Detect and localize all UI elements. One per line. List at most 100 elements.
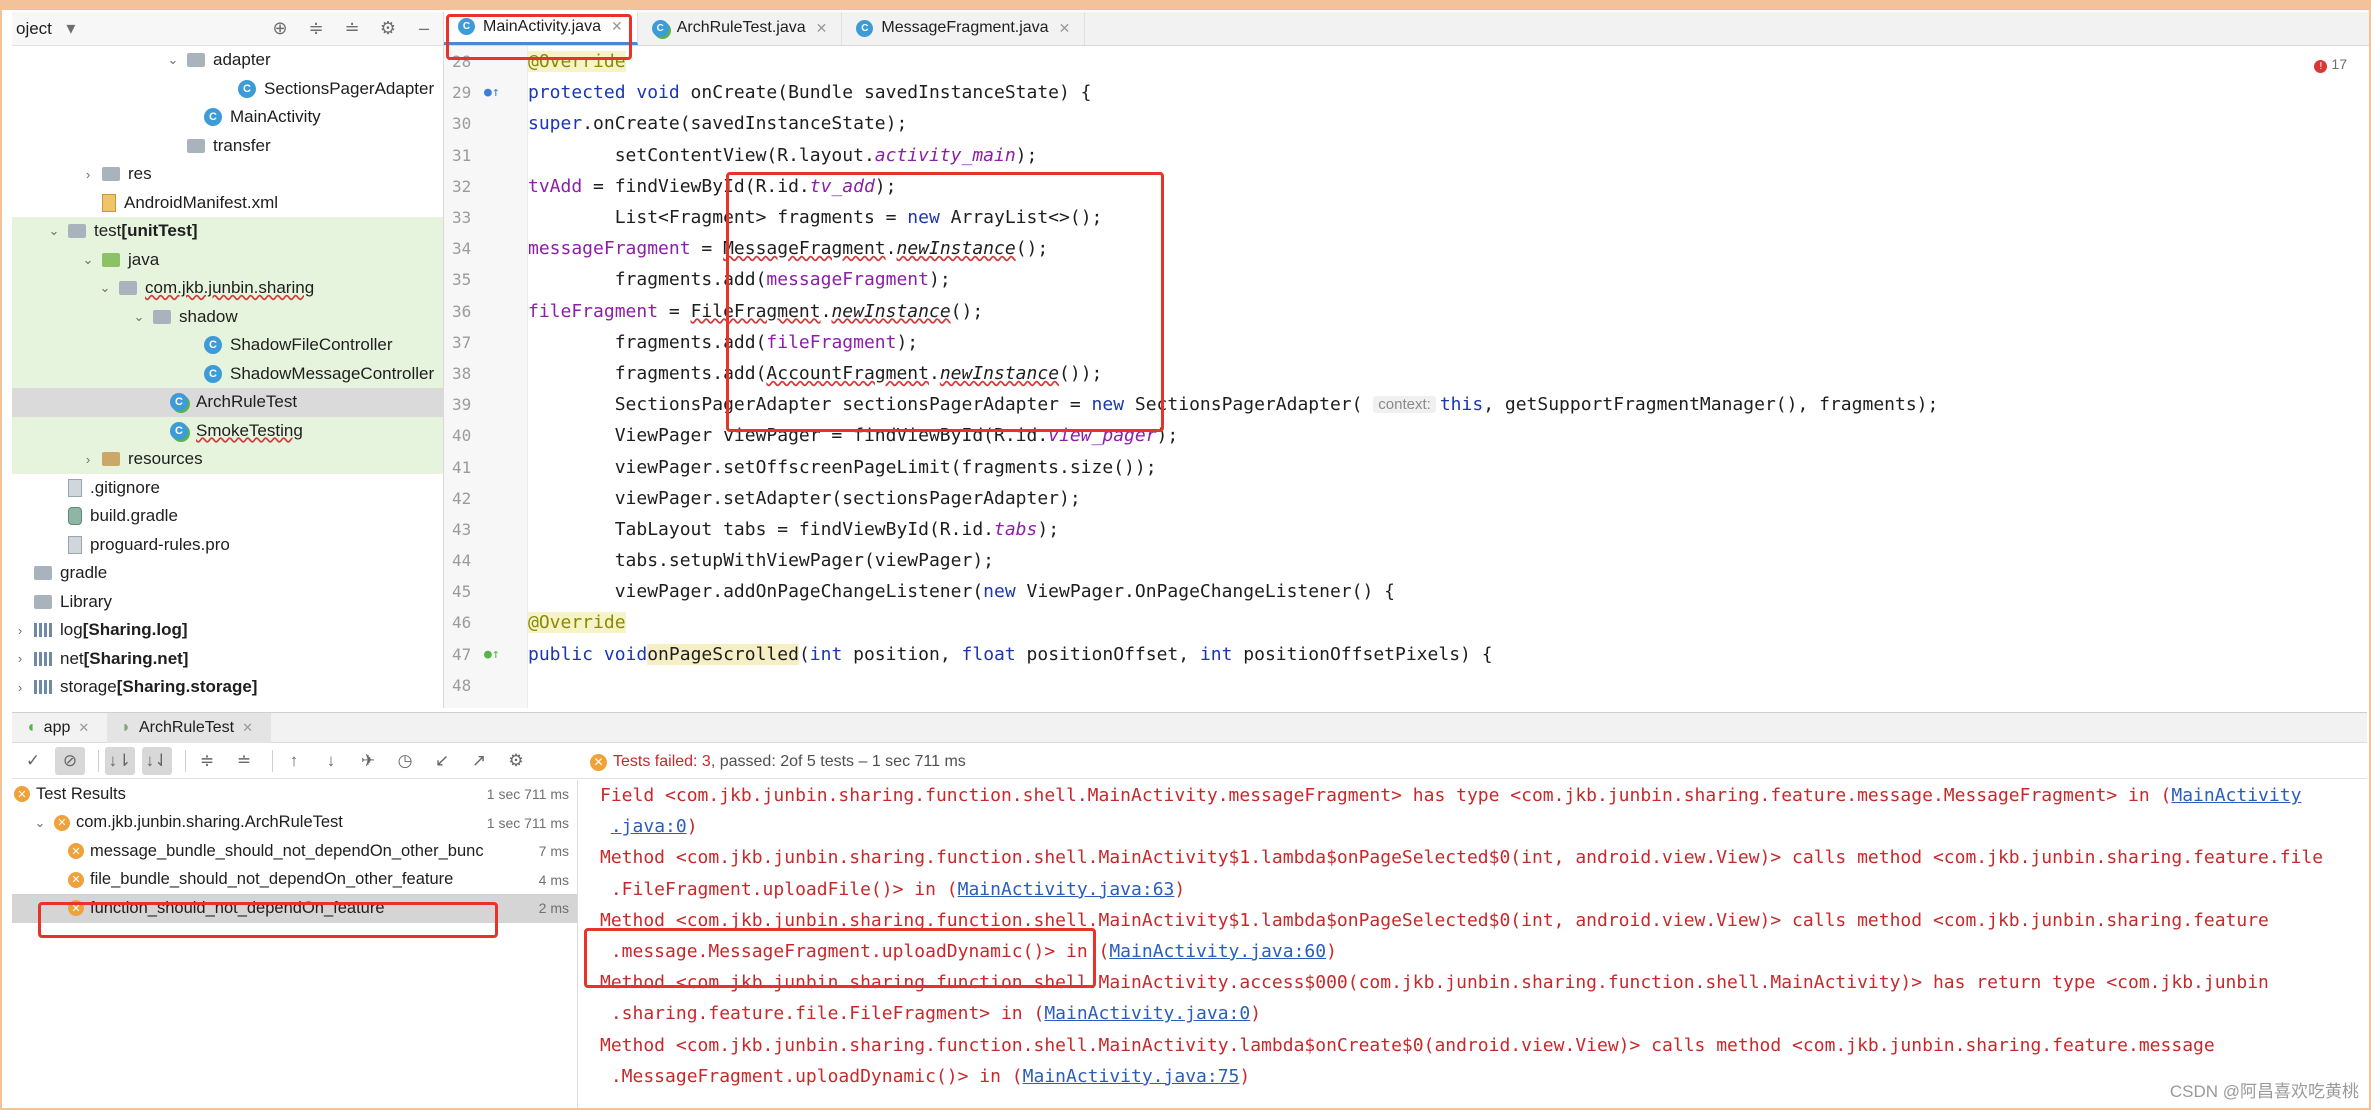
close-icon[interactable]: ✕ [1059, 20, 1071, 37]
failed-icon: ✕ [590, 753, 607, 771]
test-case-row[interactable]: ✕ function_should_not_dependOn_feature 2 m… [12, 894, 577, 923]
class-icon: C [238, 79, 256, 98]
expand-all-icon[interactable]: ≑ [192, 747, 222, 775]
project-panel-title[interactable]: oject [16, 19, 52, 39]
tree-item[interactable]: ⌄ com.jkb.junbin.sharing [12, 274, 443, 303]
tab-mainactivity[interactable]: C MainActivity.java ✕ [444, 12, 638, 45]
source-link[interactable]: MainActivity.java:75 [1023, 1066, 1240, 1087]
locate-icon[interactable]: ⊕ [269, 18, 291, 40]
tree-item[interactable]: › resources [12, 445, 443, 474]
close-icon[interactable]: ✕ [242, 720, 253, 736]
failed-icon: ✕ [68, 900, 84, 917]
close-icon[interactable]: ✕ [611, 18, 623, 35]
export-icon[interactable]: ↗ [464, 747, 494, 775]
source-link[interactable]: MainActivity [2171, 785, 2301, 806]
failed-icon: ✕ [68, 843, 84, 860]
folder-icon [34, 566, 52, 581]
tree-item[interactable]: C MainActivity [12, 103, 443, 132]
history-icon[interactable]: ◷ [390, 747, 420, 775]
hide-icon[interactable]: – [413, 18, 435, 40]
gear-icon[interactable]: ⚙ [377, 18, 399, 40]
tree-item[interactable]: C SmokeTesting [12, 416, 443, 445]
tree-item[interactable]: › storage [Sharing.storage] [12, 673, 443, 702]
close-icon[interactable]: ✕ [78, 720, 89, 736]
implement-marker-icon[interactable]: ●↑ [484, 647, 500, 662]
console-text: .FileFragment.uploadFile()> in ( [600, 878, 958, 900]
tree-item[interactable]: › res [12, 160, 443, 189]
source-link[interactable]: MainActivity.java:63 [958, 879, 1175, 900]
run-tab-app[interactable]: ◖ app ✕ [12, 713, 107, 743]
tree-item[interactable]: C ShadowFileController [12, 331, 443, 360]
dropdown-arrow-icon[interactable]: ▾ [60, 18, 82, 40]
tree-item[interactable]: C ArchRuleTest [12, 388, 443, 417]
tree-item[interactable]: › log [Sharing.log] [12, 616, 443, 645]
tree-item[interactable]: C SectionsPagerAdapter [12, 75, 443, 104]
tree-item[interactable]: AndroidManifest.xml [12, 189, 443, 218]
chevron-right-icon[interactable]: › [12, 651, 28, 666]
test-case-row[interactable]: ✕ file_bundle_should_not_dependOn_other_f… [12, 866, 577, 895]
tree-item[interactable]: proguard-rules.pro [12, 531, 443, 560]
tree-item[interactable]: ⌄ adapter [12, 46, 443, 75]
next-failed-icon[interactable]: ↓ [316, 747, 346, 775]
tree-item[interactable]: C ShadowMessageController [12, 359, 443, 388]
chevron-right-icon[interactable]: › [80, 452, 96, 467]
tree-item-label: gradle [60, 563, 108, 583]
test-case-row[interactable]: ✕ message_bundle_should_not_dependOn_othe… [12, 837, 577, 866]
collapse-all-icon[interactable]: ≐ [229, 747, 259, 775]
show-ignored-icon[interactable]: ⊘ [55, 746, 85, 775]
override-marker-icon[interactable]: ●↑ [484, 85, 500, 100]
gear-icon[interactable]: ⚙ [501, 747, 531, 775]
sort-duration-icon[interactable]: ↓⇃ [142, 746, 172, 775]
source-link[interactable]: .java:0 [611, 816, 687, 837]
tree-item[interactable]: ⌄ test [unitTest] [12, 217, 443, 246]
chevron-down-icon[interactable]: ⌄ [80, 252, 96, 268]
test-class-icon: C [170, 421, 188, 440]
test-status: ✕ Tests failed: 3 , passed: 2 of 5 tests… [590, 753, 966, 771]
pin-icon[interactable]: ✈ [353, 747, 383, 775]
test-suite-row[interactable]: ✕ Test Results 1 sec 711 ms [12, 780, 577, 809]
tab-messagefragment[interactable]: C MessageFragment.java ✕ [842, 12, 1086, 45]
code-area[interactable]: 28 29 ●↑ 30 31 32 33 34 35 36 37 38 39 40 41 42 43 44 45 46… [444, 46, 2369, 708]
toolbar-divider [98, 749, 99, 772]
tree-item[interactable]: ⌄ shadow [12, 302, 443, 331]
import-icon[interactable]: ↙ [427, 747, 457, 775]
chevron-down-icon[interactable]: ⌄ [46, 223, 62, 239]
source-link[interactable]: MainActivity.java:60 [1109, 941, 1326, 962]
tree-item[interactable]: › net [Sharing.net] [12, 645, 443, 674]
tree-item[interactable]: ⌄ java [12, 245, 443, 274]
tree-item[interactable]: gradle [12, 559, 443, 588]
code-line: viewPager.addOnPageChangeListener(new Vi… [528, 581, 1395, 603]
chevron-down-icon[interactable]: ⌄ [131, 309, 147, 325]
code-line: TabLayout tabs = findViewById(R.id. tabs)… [528, 518, 1060, 540]
console-text: ) [1250, 1003, 1262, 1025]
source-link[interactable]: MainActivity.java:0 [1044, 1003, 1250, 1024]
chevron-down-icon[interactable]: ⌄ [165, 52, 181, 68]
chevron-right-icon[interactable]: › [80, 167, 96, 182]
collapse-all-icon[interactable]: ≐ [341, 18, 363, 40]
close-icon[interactable]: ✕ [816, 20, 828, 37]
chevron-right-icon[interactable]: › [12, 680, 28, 695]
tree-item-label: .gitignore [90, 477, 160, 497]
chevron-right-icon[interactable]: › [12, 623, 28, 638]
check-icon[interactable]: ✓ [18, 747, 48, 775]
tree-item[interactable]: transfer [12, 132, 443, 161]
line-number: 29 ●↑ [452, 83, 500, 103]
run-tab-archruletest[interactable]: ◗ ArchRuleTest ✕ [107, 712, 272, 743]
code-line: List<Fragment> fragments = new ArrayList… [528, 207, 1103, 229]
previous-failed-icon[interactable]: ↑ [279, 747, 309, 775]
tree-item[interactable]: build.gradle [12, 502, 443, 531]
android-icon: ◖ [26, 718, 36, 736]
code-line: @Override [528, 612, 626, 634]
chevron-down-icon[interactable]: ⌄ [97, 280, 113, 296]
line-number: 35 [452, 270, 472, 290]
test-output-console[interactable]: Field <com.jkb.junbin.sharing.function.s… [586, 780, 2367, 1108]
tab-archruletest[interactable]: C ArchRuleTest.java ✕ [638, 12, 843, 45]
line-number: 43 [452, 519, 472, 539]
test-suite-row[interactable]: ⌄ ✕ com.jkb.junbin.sharing.ArchRuleTest 1 s… [12, 809, 577, 838]
tree-item[interactable]: .gitignore [12, 474, 443, 503]
expand-all-icon[interactable]: ≑ [305, 18, 327, 40]
tree-item[interactable]: Library [12, 588, 443, 617]
code-lines[interactable]: @Override protected void onCreate(Bundle… [528, 46, 2369, 701]
sort-alpha-icon[interactable]: ↓⇂ [105, 746, 135, 775]
chevron-down-icon[interactable]: ⌄ [32, 815, 48, 831]
